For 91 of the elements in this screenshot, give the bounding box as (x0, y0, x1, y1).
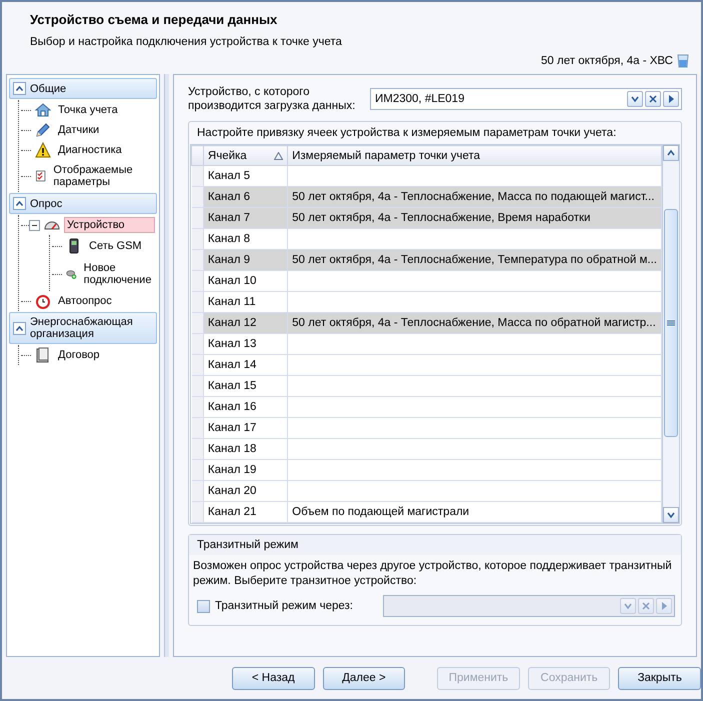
row-selector[interactable] (192, 354, 204, 376)
table-cell: Канал 21 (203, 502, 288, 522)
device-label: Устройство, с которого производится загрузка данных: (188, 85, 356, 113)
chevron-down-icon (631, 95, 639, 103)
column-header[interactable]: Ячейка (203, 146, 288, 166)
nav-item[interactable]: Автоопрос (55, 293, 115, 309)
close-icon (642, 602, 650, 610)
collapse-toggle[interactable] (29, 220, 40, 230)
close-icon (649, 95, 657, 103)
nav-item[interactable]: Точка учета (55, 102, 121, 118)
row-selector[interactable] (192, 480, 204, 502)
row-selector[interactable] (192, 250, 204, 270)
row-selector[interactable] (192, 208, 204, 228)
scrollbar[interactable] (662, 145, 679, 523)
warning-icon (35, 142, 51, 158)
row-selector[interactable] (192, 460, 204, 480)
chevron-up-icon (16, 201, 23, 206)
group-title: Общие (30, 82, 66, 94)
open-button[interactable] (663, 91, 679, 107)
nav-item[interactable]: Сеть GSM (86, 238, 145, 254)
group-title: Энергоснабжающая организация (30, 316, 134, 340)
nav-item[interactable]: Отображаемые параметры (50, 162, 155, 190)
table-cell: 50 лет октября, 4а - Теплоснабжение, Масса по подающей магист... (288, 186, 662, 208)
nav-item[interactable]: Диагностика (55, 142, 125, 158)
play-icon (667, 95, 675, 103)
row-selector[interactable] (192, 502, 204, 522)
row-selector[interactable] (192, 438, 204, 460)
transit-description: Возможен опрос устройства через другое устройство, которое поддерживает транзитный режим. Выберите транзитное устройство: (192, 559, 673, 589)
column-header[interactable]: Измеряемый параметр точки учета (288, 146, 662, 166)
chevron-up-icon (16, 86, 23, 91)
group-header[interactable]: Энергоснабжающая организация (9, 312, 157, 344)
row-selector[interactable] (192, 166, 204, 186)
chevron-up-icon (667, 149, 675, 157)
group-header[interactable]: Опрос (9, 193, 157, 214)
table-cell: Канал 17 (203, 418, 288, 438)
table-cell: Канал 13 (203, 334, 288, 354)
pencil-icon (35, 122, 51, 138)
chevron-down-icon (624, 602, 632, 610)
row-selector[interactable] (192, 396, 204, 418)
dialog-button[interactable]: Закрыть (618, 666, 702, 690)
row-selector[interactable] (192, 186, 204, 208)
nav-item[interactable]: Договор (55, 347, 103, 363)
group-title: Опрос (30, 198, 62, 210)
location-label: 50 лет октября, 4а - ХВС (541, 55, 673, 67)
table-cell: Канал 10 (203, 270, 288, 292)
table-cell: Канал 16 (203, 396, 288, 418)
table-cell: Канал 12 (203, 312, 288, 334)
table-cell: Канал 15 (203, 376, 288, 396)
chevron-up-icon (16, 326, 23, 330)
checkbox-label: Транзитный режим через: (215, 600, 353, 612)
row-selector[interactable] (192, 228, 204, 250)
document-icon (35, 347, 51, 363)
dropdown-button[interactable] (627, 91, 643, 107)
glass-icon (677, 54, 689, 68)
house-icon (35, 102, 51, 118)
nav-item[interactable]: Новое подключение (80, 260, 155, 288)
dialog-subtitle: Выбор и настройка подключения устройства к точке учета (30, 36, 343, 48)
table-cell: Канал 20 (203, 480, 288, 502)
row-selector[interactable] (192, 418, 204, 438)
checkbox[interactable] (197, 600, 210, 612)
play-icon (660, 602, 668, 610)
device-combobox[interactable]: ИМ2300, #LE019 (370, 88, 682, 110)
row-selector[interactable] (192, 292, 204, 312)
dialog-title: Устройство съема и передачи данных (30, 12, 278, 27)
grip-icon (667, 320, 675, 326)
table-cell: 50 лет октября, 4а - Теплоснабжение, Температура по обратной м... (288, 250, 662, 270)
table-cell: Канал 19 (203, 460, 288, 480)
table-cell: Объем по подающей магистрали (288, 502, 662, 522)
table-cell: Канал 18 (203, 438, 288, 460)
table-cell: 50 лет октября, 4а - Теплоснабжение, Время наработки (288, 208, 662, 228)
dialog-button[interactable]: < Назад (232, 666, 315, 690)
table-cell: Канал 7 (203, 208, 288, 228)
table-cell: Канал 6 (203, 186, 288, 208)
chevron-down-icon (667, 511, 675, 519)
row-selector[interactable] (192, 312, 204, 334)
checklist-icon (35, 168, 46, 184)
nav-item[interactable]: Датчики (55, 122, 102, 138)
table-cell: 50 лет октября, 4а - Теплоснабжение, Масса по обратной магистр... (288, 312, 662, 334)
row-selector[interactable] (192, 376, 204, 396)
mapping-caption: Настройте привязку ячеек устройства к измеряемым параметрам точки учета: (196, 126, 618, 141)
row-selector[interactable] (192, 270, 204, 292)
group-header[interactable]: Общие (9, 78, 157, 99)
clear-button[interactable] (645, 91, 661, 107)
row-selector[interactable] (192, 334, 204, 354)
transit-title: Транзитный режим (189, 535, 681, 555)
alarm-clock-icon (35, 293, 51, 309)
nav-item[interactable]: Устройство (64, 217, 155, 233)
dialog-button[interactable]: Далее > (322, 666, 406, 690)
table-cell: Канал 14 (203, 354, 288, 376)
sort-arrow-icon (274, 152, 284, 160)
table-cell: Канал 9 (203, 250, 288, 270)
